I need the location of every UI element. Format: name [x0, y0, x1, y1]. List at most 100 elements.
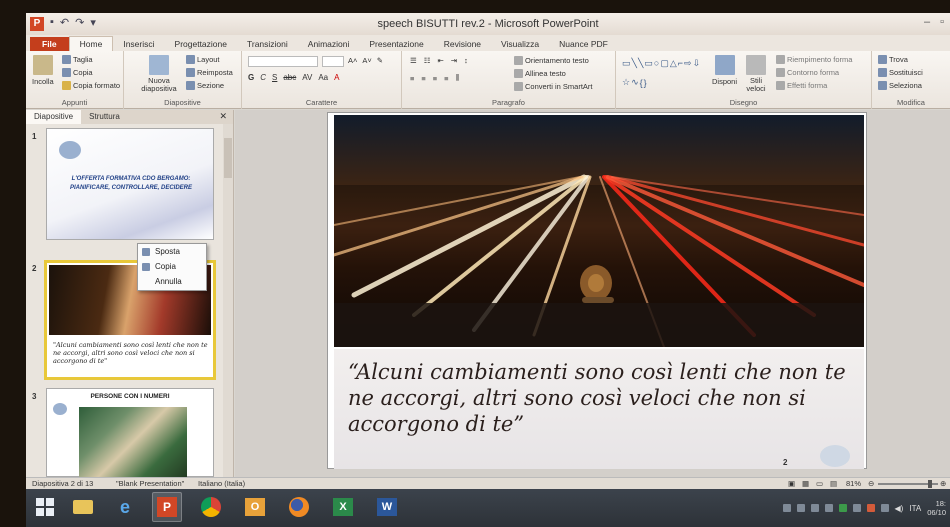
minimize-icon[interactable]: –	[924, 16, 930, 28]
tab-transitions[interactable]: Transizioni	[237, 37, 298, 51]
zoom-out-icon[interactable]: ⊖	[868, 479, 874, 488]
connector-shape-icon[interactable]: ⌐	[678, 58, 683, 68]
align-right-icon[interactable]: ≡	[433, 74, 437, 83]
bold-button[interactable]: G	[248, 73, 254, 82]
italic-button[interactable]: C	[260, 73, 266, 82]
cut-button[interactable]: Taglia	[62, 55, 93, 64]
tab-review[interactable]: Revisione	[434, 37, 491, 51]
triangle-shape-icon[interactable]: △	[670, 58, 677, 69]
new-slide-button[interactable]: Nuova diapositiva	[138, 55, 180, 93]
slide-thumbnail-1[interactable]: L'OFFERTA FORMATIVA CDO BERGAMO: PIANIFI…	[46, 128, 214, 240]
bullets-icon[interactable]: ☰	[410, 56, 417, 65]
line2-shape-icon[interactable]: ╲	[638, 58, 643, 69]
outlook-button[interactable]: O	[240, 492, 270, 522]
close-icon[interactable]: ✕	[219, 111, 227, 122]
current-slide[interactable]: “Alcuni cambiamenti sono così lenti che …	[327, 112, 867, 469]
decrease-indent-icon[interactable]: ⇤	[437, 56, 443, 65]
font-color-button[interactable]: A	[334, 73, 339, 82]
font-size-box[interactable]	[322, 56, 344, 67]
tab-slides[interactable]: Diapositive	[26, 110, 82, 124]
align-left-icon[interactable]: ≡	[410, 74, 414, 83]
paste-button[interactable]: Incolla	[32, 55, 54, 86]
arrow-right-shape-icon[interactable]: ⇨	[684, 58, 692, 69]
internet-explorer-button[interactable]: e	[110, 492, 140, 522]
chrome-button[interactable]	[196, 492, 226, 522]
change-case-button[interactable]: Aa	[318, 73, 328, 82]
justify-icon[interactable]: ≡	[444, 74, 448, 83]
curve-shape-icon[interactable]: ∿	[631, 77, 639, 88]
format-painter-button[interactable]: Copia formato	[62, 81, 120, 90]
font-name-box[interactable]	[248, 56, 318, 67]
tray-app-icon-4[interactable]	[824, 504, 833, 512]
file-explorer-button[interactable]	[68, 492, 98, 522]
replace-button[interactable]: Sostituisci	[878, 68, 923, 77]
increase-indent-icon[interactable]: ⇥	[451, 56, 457, 65]
tab-outline[interactable]: Struttura	[81, 110, 128, 124]
line-shape-icon[interactable]: ╲	[632, 58, 637, 69]
line-spacing-icon[interactable]: ↕	[464, 56, 468, 65]
tab-slideshow[interactable]: Presentazione	[359, 37, 433, 51]
rect-shape-icon[interactable]: ▭	[644, 58, 653, 69]
convert-smartart-button[interactable]: Converti in SmartArt	[514, 82, 593, 91]
zoom-percent[interactable]: 81%	[846, 479, 861, 488]
rounded-rect-shape-icon[interactable]: ▢	[660, 58, 669, 69]
clear-format-icon[interactable]: ✎	[377, 56, 383, 65]
underline-button[interactable]: S	[272, 73, 277, 82]
start-button[interactable]	[30, 492, 60, 522]
word-button[interactable]: W	[372, 492, 402, 522]
tray-app-icon-2[interactable]	[796, 504, 805, 512]
slide-sorter-icon[interactable]: ▦	[802, 479, 809, 488]
tab-file[interactable]: File	[30, 37, 69, 51]
char-spacing-button[interactable]: AV	[302, 73, 312, 82]
arrow-down-shape-icon[interactable]: ⇩	[693, 58, 701, 69]
textbox-shape-icon[interactable]: ▭	[622, 58, 631, 69]
zoom-in-icon[interactable]: ⊕	[940, 479, 946, 488]
pane-scroll-thumb[interactable]	[224, 138, 232, 178]
shape-fill-button[interactable]: Riempimento forma	[776, 55, 852, 64]
oval-shape-icon[interactable]: ○	[654, 58, 659, 68]
copy-button[interactable]: Copia	[62, 68, 93, 77]
input-language[interactable]: ITA	[909, 504, 921, 513]
layout-button[interactable]: Layout	[186, 55, 220, 64]
section-button[interactable]: Sezione	[186, 81, 224, 90]
theme-name[interactable]: "Blank Presentation"	[116, 479, 184, 488]
slide-thumbnail-3[interactable]: PERSONE CON I NUMERI	[46, 388, 214, 477]
quick-styles-button[interactable]: Stili veloci	[744, 55, 768, 93]
strikethrough-button[interactable]: abc	[283, 73, 296, 82]
normal-view-icon[interactable]: ▣	[788, 479, 795, 488]
shapes-gallery[interactable]: ▭ ╲ ╲ ▭ ○ ▢ △ ⌐ ⇨ ⇩ ☆ ∿ { }	[622, 54, 706, 92]
tab-design[interactable]: Progettazione	[165, 37, 237, 51]
tray-security-icon[interactable]	[838, 504, 847, 512]
tray-app-icon-3[interactable]	[810, 504, 819, 512]
tab-view[interactable]: Visualizza	[491, 37, 549, 51]
columns-icon[interactable]: ⫼	[456, 73, 459, 83]
shape-effects-button[interactable]: Effetti forma	[776, 81, 827, 90]
star-shape-icon[interactable]: ☆	[622, 77, 630, 88]
tray-app-icon-5[interactable]	[852, 504, 861, 512]
menu-item-move[interactable]: Sposta	[138, 244, 206, 259]
text-direction-button[interactable]: Orientamento testo	[514, 56, 589, 65]
shrink-font-icon[interactable]: A˅	[362, 56, 371, 65]
tab-nuance-pdf[interactable]: Nuance PDF	[549, 37, 618, 51]
menu-item-copy[interactable]: Copia	[138, 259, 206, 274]
find-button[interactable]: Trova	[878, 55, 908, 64]
menu-item-cancel[interactable]: Annulla	[138, 274, 206, 289]
tab-home[interactable]: Home	[68, 36, 114, 51]
brace-shape-icon[interactable]: {	[640, 78, 643, 88]
network-icon[interactable]	[880, 504, 889, 512]
tray-app-icon-6[interactable]	[866, 504, 875, 512]
firefox-button[interactable]	[284, 492, 314, 522]
slideshow-icon[interactable]: ▤	[830, 479, 837, 488]
tab-animations[interactable]: Animazioni	[298, 37, 360, 51]
speaker-icon[interactable]: ◀)	[895, 504, 904, 513]
reset-button[interactable]: Reimposta	[186, 68, 233, 77]
align-center-icon[interactable]: ≡	[421, 74, 425, 83]
maximize-icon[interactable]: ▫	[940, 16, 944, 28]
clock[interactable]: 18: 06/10	[927, 499, 946, 517]
tab-insert[interactable]: Inserisci	[113, 37, 164, 51]
powerpoint-taskbar-button[interactable]: P	[152, 492, 182, 522]
grow-font-icon[interactable]: A˄	[348, 56, 357, 65]
align-text-button[interactable]: Allinea testo	[514, 69, 566, 78]
brace2-shape-icon[interactable]: }	[644, 78, 647, 88]
slide-quote[interactable]: “Alcuni cambiamenti sono così lenti che …	[348, 359, 848, 437]
